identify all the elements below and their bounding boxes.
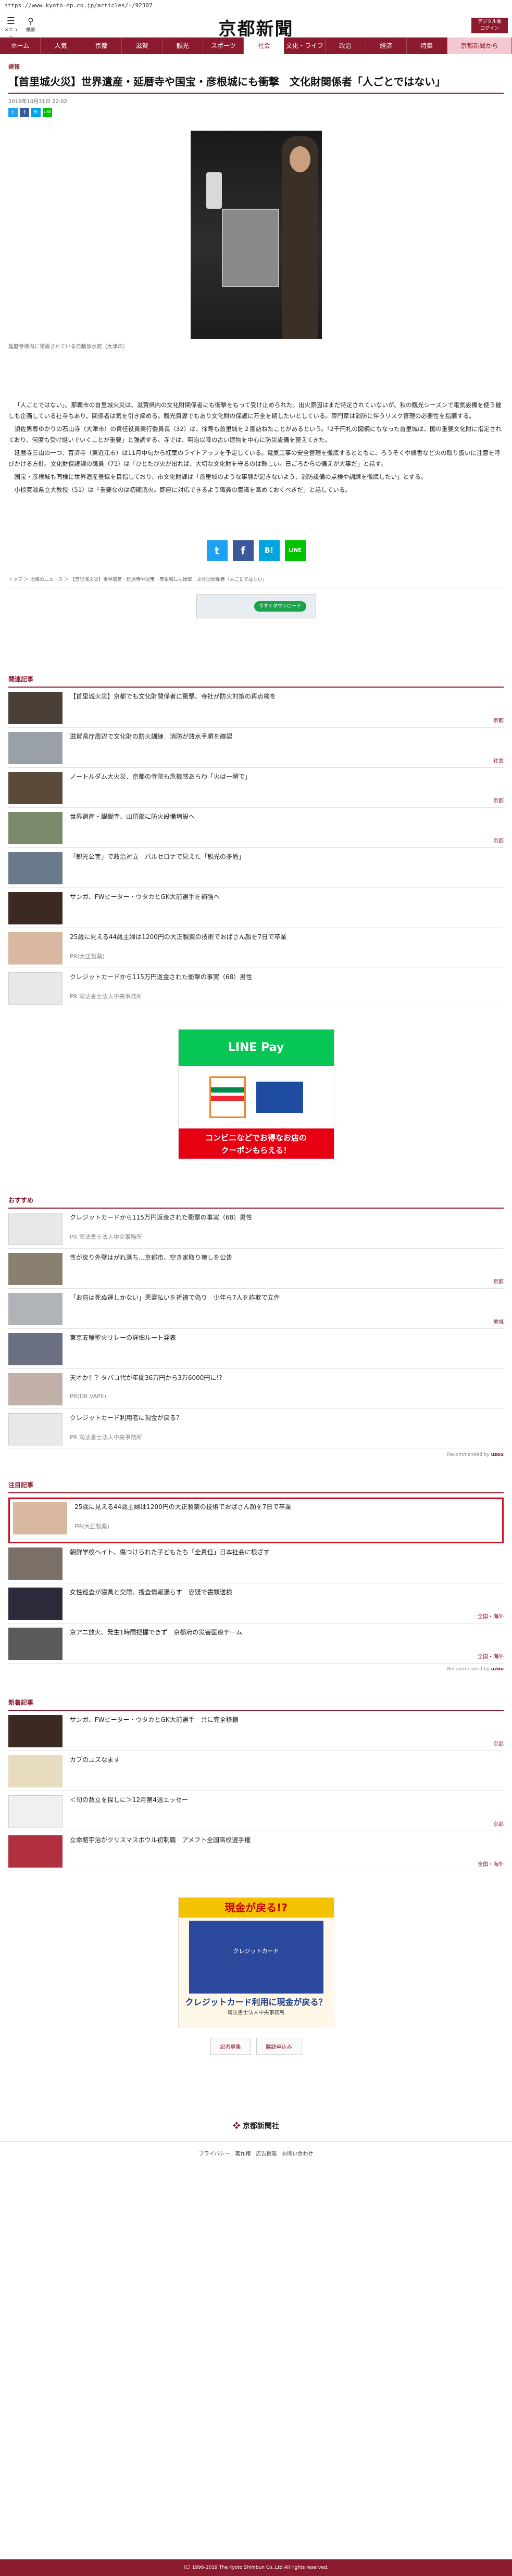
- facebook-share-icon[interactable]: f: [20, 108, 29, 117]
- thumbnail: [8, 1755, 63, 1787]
- breadcrumb-ad[interactable]: 今すぐダウンロード: [196, 594, 316, 618]
- list-item[interactable]: サンガ、FWピーター・ウタカとGK大前選手 共に完全移籍 京都: [8, 1711, 504, 1751]
- footer-brand[interactable]: ❖ 京都新聞社: [0, 2121, 512, 2131]
- site-logo[interactable]: 京都新聞: [0, 15, 512, 40]
- twitter-share-icon[interactable]: t: [8, 108, 18, 117]
- thumbnail: [8, 1293, 63, 1325]
- thumbnail: [13, 1502, 67, 1534]
- thumbnail: [8, 812, 63, 844]
- line-share-icon[interactable]: LINE: [284, 540, 306, 561]
- newest-section: 新着記事 サンガ、FWピーター・ウタカとGK大前選手 共に完全移籍 京都 カブのユ…: [0, 1698, 512, 1871]
- thumbnail: [8, 1373, 63, 1405]
- article-category: 速報: [8, 64, 20, 70]
- list-item[interactable]: 東京五輪聖火リレーの詳細ルート発表: [8, 1329, 504, 1369]
- thumbnail: [8, 852, 63, 884]
- list-item[interactable]: 京アニ放火、発生1時間把握できず 京都府の災害医療チーム 全国・海外: [8, 1623, 504, 1664]
- list-item[interactable]: 天才か！？タバコ代が年間36万円から3万6000円に!? PR(DR.VAPE): [8, 1369, 504, 1409]
- hatena-share-icon[interactable]: B!: [258, 540, 280, 561]
- article-paragraph: 延暦寺三山の一つ、百済寺（東近江市）は11月中旬から紅葉のライトアップを予定して…: [8, 449, 501, 467]
- list-item[interactable]: サンガ、FWピーター・ウタカとGK大前選手を補強へ: [8, 888, 504, 928]
- thumbnail: [8, 772, 63, 804]
- thumbnail: [8, 1413, 63, 1445]
- list-item[interactable]: ノートルダム大火災、京都の寺院も危機感あらわ「火は一瞬で」 京都: [8, 768, 504, 808]
- breadcrumb[interactable]: トップ ＞ 地域のニュース ＞ 【首里城火災】世界遺産・延暦寺や国宝・彦根城にも…: [8, 576, 504, 588]
- list-item[interactable]: 25歳に見える44歳主婦は1200円の大正製薬の技術でおばさん顔を7日で卒業 PR…: [8, 928, 504, 968]
- article-body: 「人ごとではない」。那覇市の首里城火災は、滋賀県内の文化財関係者にも衝撃をもって…: [8, 400, 504, 496]
- brand-icon: ❖: [233, 2122, 241, 2130]
- list-item[interactable]: 「観光公害」で政治対立 パルセロナで見えた「観光の矛盾」: [8, 848, 504, 888]
- section-heading: 新着記事: [8, 1698, 504, 1711]
- thumbnail: [8, 932, 63, 965]
- article-date: 2019年10月31日 22:02: [8, 99, 67, 105]
- thumbnail: [8, 732, 63, 764]
- article-paragraph: 小椋寛滋県立大教授（51）は「重要なのは初期消火。即座に対応できるよう職員の意識…: [14, 486, 351, 493]
- thumbnail: [8, 1588, 63, 1620]
- list-item[interactable]: カブのユズなます: [8, 1751, 504, 1791]
- list-item[interactable]: 立命館宇治がクリスマスボウル初制覇 アメフト全国高校選手権 全国・海外: [8, 1831, 504, 1871]
- lawson-logo: [256, 1082, 303, 1113]
- thumbnail: [8, 1795, 63, 1828]
- list-item[interactable]: 女性巡査が寝具と交際、捜査情報漏らす 容疑で書類送検 全国・海外: [8, 1583, 504, 1623]
- url-bar[interactable]: https://www.kyoto-np.co.jp/articles/-/92…: [0, 0, 512, 11]
- list-item[interactable]: 滋賀県庁周辺で文化財の防火訓練 消防が放水手順を確認 社会: [8, 728, 504, 768]
- recommended-by[interactable]: Recommended by uzou: [8, 1452, 504, 1457]
- seven-eleven-logo: [209, 1076, 246, 1118]
- thumbnail: [8, 1253, 63, 1285]
- share-bar-large: t f B! LINE: [0, 540, 512, 561]
- line-share-icon[interactable]: LINE: [43, 108, 52, 117]
- list-item[interactable]: 世界遺産・醍醐寺、山頂部に防火設備増設へ 京都: [8, 808, 504, 848]
- download-button[interactable]: 今すぐダウンロード: [254, 601, 306, 612]
- thumbnail: [8, 892, 63, 924]
- facebook-share-icon[interactable]: f: [232, 540, 254, 561]
- recommend-section: おすすめ クレジットカードから115万円返金された衝撃の事実（68）男性 PR 司…: [0, 1196, 512, 1457]
- photo-caption: 延暦寺境内に常設されている自動放水銃（大津市）: [8, 344, 128, 350]
- footer-links[interactable]: プライバシー 著作権 広告掲載 お問い合わせ: [0, 2141, 512, 2157]
- thumbnail: [8, 692, 63, 724]
- notable-section: 注目記事 25歳に見える44歳主婦は1200円の大正製薬の技術でおばさん顔を7日…: [0, 1480, 512, 1672]
- subscribe-link[interactable]: 購読申込み: [256, 2038, 302, 2055]
- section-heading: 関連記事: [8, 675, 504, 688]
- thumbnail: [8, 1213, 63, 1245]
- digital-login-button[interactable]: デジタル版 ログイン: [471, 18, 508, 33]
- recommended-by[interactable]: Recommended by uzou: [8, 1667, 504, 1672]
- list-item[interactable]: 【首里城火災】京都でも文化財関係者に衝撃、寺社が防火対策の再点検を 京都: [8, 688, 504, 728]
- thumbnail: [8, 1835, 63, 1868]
- section-heading: おすすめ: [8, 1196, 504, 1209]
- bottom-links: 記者募集 購読申込み: [0, 2038, 512, 2055]
- list-item[interactable]: 性が戻り外壁はがれ落ち…京都市、空き家取り壊しを公告 京都: [8, 1249, 504, 1289]
- list-item[interactable]: クレジットカードから115万円返金された衝撃の事実（68）男性 PR 司法書士法人…: [8, 968, 504, 1008]
- list-item[interactable]: クレジットカード利用者に現金が戻る？ PR 司法書士法人中央事務所: [8, 1409, 504, 1449]
- thumbnail: [8, 972, 63, 1005]
- article-paragraph: 国宝・彦根城も同様に世界遺産登録を目指しており、市文化財課は「首里城のような事態…: [14, 473, 427, 480]
- article-paragraph: 「人ごとではない」。那覇市の首里城火災は、滋賀県内の文化財関係者にも衝撃をもって…: [8, 401, 502, 420]
- related-section: 関連記事 【首里城火災】京都でも文化財関係者に衝撃、寺社が防火対策の再点検を 京都…: [0, 675, 512, 1008]
- credit-refund-ad[interactable]: 現金が戻る!? クレジットカード クレジットカード利用に現金が戻る？ 司法書士法…: [178, 1897, 334, 2027]
- thumbnail: [8, 1547, 63, 1580]
- thumbnail: [8, 1628, 63, 1660]
- highlighted-ad-item[interactable]: 25歳に見える44歳主婦は1200円の大正製薬の技術でおばさん顔を7日で卒業 PR…: [8, 1498, 504, 1543]
- line-pay-ad[interactable]: LINE Pay コンビニなどでお得なお店の クーポンもらえる！: [178, 1029, 334, 1159]
- site-header: ☰ メニュー ⚲ 検索 京都新聞 デジタル版 ログイン: [0, 11, 512, 40]
- list-item[interactable]: クレジットカードから115万円返金された衝撃の事実（68）男性 PR 司法書士法人…: [8, 1209, 504, 1249]
- thumbnail: [8, 1333, 63, 1365]
- section-heading: 注目記事: [8, 1480, 504, 1493]
- list-item[interactable]: 朝鮮学校ヘイト、傷つけられた子どもたち「全責任」日本社会に根ざす: [8, 1543, 504, 1583]
- list-item[interactable]: 「お前は死ぬ運しかない」悪霊払いを祈祷で偽り 少年ら7人を詐欺で立件 地域: [8, 1289, 504, 1329]
- thumbnail: [8, 1715, 63, 1747]
- list-item[interactable]: ＜句の数立を探しに＞12月第4週エッセー 京都: [8, 1791, 504, 1831]
- twitter-share-icon[interactable]: t: [206, 540, 228, 561]
- article-paragraph: 須佐男尊ゆかりの石山寺（大津市）の責任役員実行委員長（32）は、徐寿も首里城を２…: [8, 425, 502, 443]
- hatena-share-icon[interactable]: B!: [31, 108, 41, 117]
- article-title: 【首里城火災】世界遺産・延暦寺や国宝・彦根城にも衝撃 文化財関係者「人ごとではな…: [8, 74, 504, 94]
- share-bar-small: t f B! LINE: [8, 108, 504, 117]
- recruit-link[interactable]: 記者募集: [210, 2038, 251, 2055]
- copyright-bar: (C) 1996-2019 The Kyoto Shimbun Co.,Ltd …: [0, 2559, 512, 2576]
- article-photo[interactable]: [190, 131, 322, 339]
